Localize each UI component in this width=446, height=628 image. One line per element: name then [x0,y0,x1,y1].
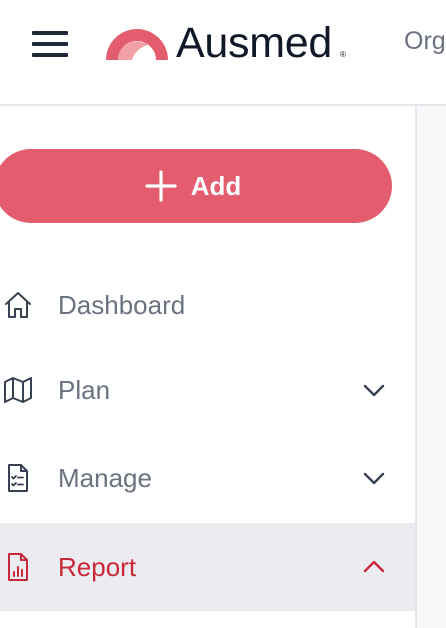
checklist-document-icon [8,464,28,492]
chevron-up-icon[interactable] [361,554,387,580]
sidebar: Add Dashboard Plan Manage Report [0,106,417,628]
top-bar: Ausmed ® Org [0,0,446,106]
plus-icon [145,170,177,202]
hamburger-menu-icon[interactable] [30,28,70,60]
sidebar-item-label: Dashboard [58,290,186,320]
ausmed-logo-icon [106,29,168,60]
sidebar-item-dashboard[interactable]: Dashboard [0,261,415,349]
add-button[interactable]: Add [0,149,392,223]
registered-mark: ® [340,50,346,59]
sidebar-item-label: Manage [58,463,152,493]
sidebar-item-label: Report [58,552,137,582]
chevron-down-icon[interactable] [361,377,387,403]
chevron-down-icon[interactable] [361,465,387,491]
organization-name[interactable]: Org [404,25,446,57]
sidebar-item-manage[interactable]: Manage [0,434,415,522]
map-icon [4,377,32,403]
add-button-label: Add [190,171,242,201]
sidebar-item-plan[interactable]: Plan [0,346,415,434]
sidebar-item-label: Plan [58,375,111,405]
sidebar-item-report[interactable]: Report [0,523,415,611]
main-content [417,106,446,628]
report-chart-icon [8,553,28,581]
logo-wordmark: Ausmed [176,19,332,67]
home-icon [5,292,31,318]
